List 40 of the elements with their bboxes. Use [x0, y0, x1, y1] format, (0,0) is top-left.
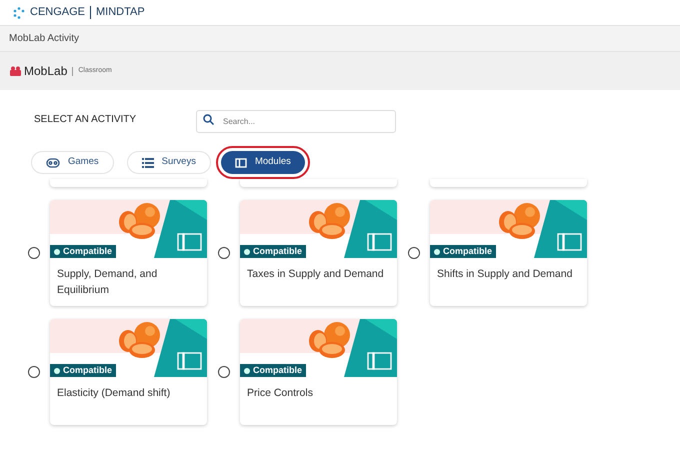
activity-title: Supply, Demand, and Equilibrium: [56, 267, 158, 298]
filter-tab[interactable]: Modules: [220, 151, 305, 174]
filter-tab[interactable]: Games: [31, 151, 114, 174]
moblab-logo-icon: [10, 66, 21, 76]
radio-button[interactable]: [28, 366, 40, 378]
dot-icon: [244, 248, 250, 254]
brand-name: CENGAGE: [30, 5, 86, 20]
activity-card[interactable]: Compatible Price Controls: [240, 319, 397, 425]
dot-icon: [434, 248, 440, 254]
radio-button[interactable]: [218, 366, 230, 378]
radio-button[interactable]: [408, 247, 420, 259]
dots-logo-icon: [13, 6, 25, 18]
badge-label: Compatible: [253, 244, 302, 258]
activity-card[interactable]: Compatible Supply, Demand, and Equilibrium: [50, 200, 207, 306]
badge-label: Compatible: [253, 364, 302, 377]
page-title: MobLab Activity: [9, 32, 80, 46]
search-icon: [203, 114, 214, 125]
section-heading: SELECT AN ACTIVITY: [34, 113, 138, 127]
activity-title: Shifts in Supply and Demand: [436, 267, 574, 282]
activity-card[interactable]: Compatible Elasticity (Demand shift): [50, 319, 207, 425]
gamepad-icon: [46, 158, 60, 168]
dot-icon: [54, 248, 60, 254]
panel-icon: [234, 158, 247, 168]
product-name: MINDTAP: [96, 5, 145, 20]
list-icon: [142, 158, 154, 168]
radio-button[interactable]: [218, 247, 230, 259]
activity-title: Taxes in Supply and Demand: [246, 267, 385, 282]
activity-card[interactable]: Compatible Shifts in Supply and Demand: [430, 200, 587, 306]
app-logo-text: MobLab: [24, 63, 68, 80]
activity-card[interactable]: Compatible Taxes in Supply and Demand: [240, 200, 397, 306]
dot-icon: [244, 368, 250, 374]
badge-label: Compatible: [443, 244, 492, 258]
badge-label: Compatible: [63, 364, 112, 377]
badge-label: Compatible: [63, 244, 112, 258]
dot-icon: [54, 368, 60, 374]
activity-title: Price Controls: [246, 386, 314, 401]
search-field[interactable]: Search...: [196, 110, 396, 133]
radio-button[interactable]: [28, 247, 40, 259]
filter-tab[interactable]: Surveys: [126, 151, 211, 174]
activity-title: Elasticity (Demand shift): [56, 386, 172, 401]
